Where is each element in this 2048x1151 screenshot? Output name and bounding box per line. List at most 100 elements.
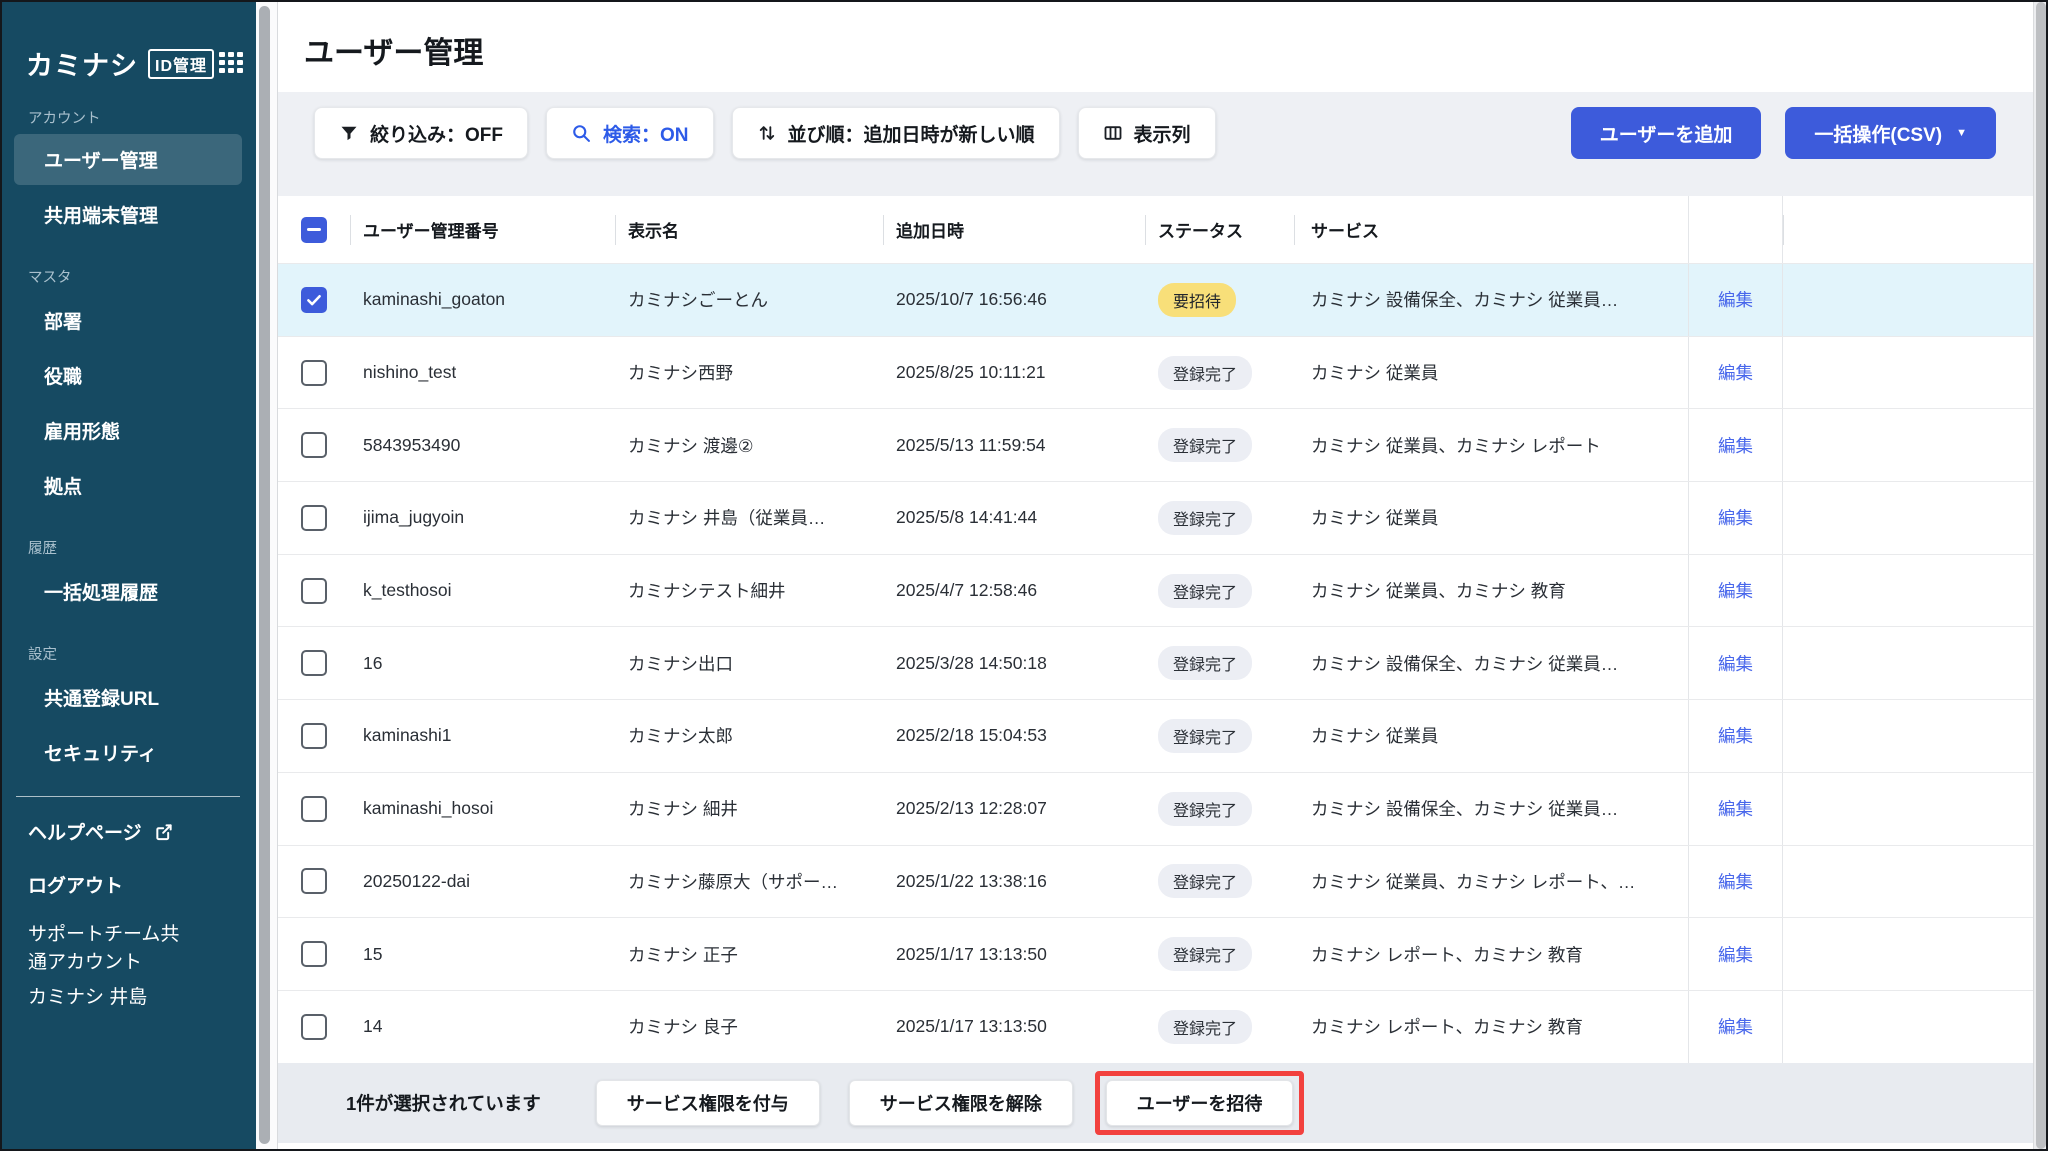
edit-link[interactable]: 編集 xyxy=(1718,505,1753,530)
sidebar-item[interactable]: 役職 xyxy=(0,348,256,403)
filter-label: 絞り込み：OFF xyxy=(370,120,503,147)
user-id: kaminashi1 xyxy=(363,725,452,746)
row-checkbox[interactable] xyxy=(301,432,327,458)
sidebar-scrollbar xyxy=(256,0,277,1151)
revoke-service-button[interactable]: サービス権限を解除 xyxy=(849,1080,1073,1126)
status-badge: 登録完了 xyxy=(1158,864,1252,898)
row-checkbox[interactable] xyxy=(301,505,327,531)
add-user-button[interactable]: ユーザーを追加 xyxy=(1571,107,1762,159)
display-name: カミナシテスト細井 xyxy=(628,578,786,603)
edit-link[interactable]: 編集 xyxy=(1718,287,1753,312)
user-name: カミナシ 井島 xyxy=(0,976,256,1009)
row-checkbox[interactable] xyxy=(301,1014,327,1040)
columns-icon xyxy=(1103,123,1123,143)
services-text: カミナシ レポート、カミナシ 教育 xyxy=(1311,942,1583,967)
table-header-row: ユーザー管理番号 表示名 追加日時 ステータス サービス xyxy=(278,196,2033,263)
display-name: カミナシ 渡邊② xyxy=(628,433,754,458)
sidebar-item[interactable]: ユーザー管理 xyxy=(14,134,242,185)
user-id: k_testhosoi xyxy=(363,580,452,601)
grant-service-button[interactable]: サービス権限を付与 xyxy=(596,1080,820,1126)
table-row: kaminashi_goaton カミナシごーとん 2025/10/7 16:5… xyxy=(278,263,2033,336)
added-date: 2025/1/17 13:13:50 xyxy=(896,1016,1047,1037)
user-id: 20250122-dai xyxy=(363,871,470,892)
filter-button[interactable]: 絞り込み：OFF xyxy=(314,107,528,159)
column-header-added-date: 追加日時 xyxy=(883,196,1145,263)
sort-label: 並び順：追加日時が新しい順 xyxy=(788,120,1035,147)
sidebar-item[interactable]: 一括処理履歴 xyxy=(0,564,256,619)
annotation-highlight: ユーザーを招待 xyxy=(1095,1071,1305,1135)
sidebar-item-help[interactable]: ヘルプページ xyxy=(0,805,256,858)
check-icon xyxy=(305,291,323,309)
row-checkbox[interactable] xyxy=(301,868,327,894)
sidebar-section-label: マスタ xyxy=(0,266,256,287)
search-button[interactable]: 検索：ON xyxy=(546,107,714,159)
edit-link[interactable]: 編集 xyxy=(1718,1014,1753,1039)
column-header-empty xyxy=(1783,196,2033,263)
toolbar-left: 絞り込み：OFF 検索：ON 並び順：追加日時が新しい順 xyxy=(314,107,1216,159)
row-checkbox[interactable] xyxy=(301,650,327,676)
sidebar-nav: アカウント ユーザー管理共用端末管理 マスタ 部署役職雇用形態拠点 履歴 一括処… xyxy=(0,107,256,780)
user-id: ijima_jugyoin xyxy=(363,507,464,528)
sidebar-item[interactable]: 拠点 xyxy=(0,458,256,513)
edit-link[interactable]: 編集 xyxy=(1718,433,1753,458)
user-id: 15 xyxy=(363,944,382,965)
display-name: カミナシ西野 xyxy=(628,360,733,385)
app-switcher-grid-icon[interactable] xyxy=(219,52,243,73)
edit-link[interactable]: 編集 xyxy=(1718,869,1753,894)
edit-link[interactable]: 編集 xyxy=(1718,796,1753,821)
services-text: カミナシ 設備保全、カミナシ 従業員… xyxy=(1311,287,1618,312)
edit-link[interactable]: 編集 xyxy=(1718,942,1753,967)
edit-link[interactable]: 編集 xyxy=(1718,578,1753,603)
sidebar-divider xyxy=(16,796,240,797)
services-text: カミナシ 設備保全、カミナシ 従業員… xyxy=(1311,651,1618,676)
row-checkbox[interactable] xyxy=(301,360,327,386)
sidebar-item[interactable]: セキュリティ xyxy=(0,725,256,780)
bulk-label: 一括操作(CSV) xyxy=(1814,120,1942,147)
status-badge: 登録完了 xyxy=(1158,646,1252,680)
columns-button[interactable]: 表示列 xyxy=(1078,107,1216,159)
toolbar: 絞り込み：OFF 検索：ON 並び順：追加日時が新しい順 xyxy=(278,92,2033,196)
help-label: ヘルプページ xyxy=(28,818,142,845)
account-name: サポートチーム共通アカウント xyxy=(0,911,195,976)
table-body: kaminashi_goaton カミナシごーとん 2025/10/7 16:5… xyxy=(278,263,2033,1063)
status-badge: 登録完了 xyxy=(1158,574,1252,608)
sidebar-section: 履歴 一括処理履歴 xyxy=(0,537,256,619)
toolbar-right: ユーザーを追加 一括操作(CSV) ▼ xyxy=(1571,107,1996,159)
column-header-edit xyxy=(1688,196,1783,263)
edit-link[interactable]: 編集 xyxy=(1718,360,1753,385)
sidebar-scrollbar-thumb[interactable] xyxy=(259,6,270,1144)
display-name: カミナシごーとん xyxy=(628,287,768,312)
sort-button[interactable]: 並び順：追加日時が新しい順 xyxy=(732,107,1060,159)
bulk-actions-button[interactable]: 一括操作(CSV) ▼ xyxy=(1785,107,1996,159)
row-checkbox[interactable] xyxy=(301,796,327,822)
sidebar-item-logout[interactable]: ログアウト xyxy=(0,858,256,911)
row-checkbox[interactable] xyxy=(301,578,327,604)
row-checkbox[interactable] xyxy=(301,941,327,967)
sidebar-section-label: 設定 xyxy=(0,643,256,664)
edit-link[interactable]: 編集 xyxy=(1718,651,1753,676)
invite-user-button[interactable]: ユーザーを招待 xyxy=(1106,1080,1294,1126)
app-logo: カミナシ ID管理 xyxy=(0,0,256,83)
sidebar-item[interactable]: 部署 xyxy=(0,293,256,348)
page-scrollbar-thumb[interactable] xyxy=(2036,2,2046,1149)
sidebar-section-label: 履歴 xyxy=(0,537,256,558)
row-checkbox[interactable] xyxy=(301,723,327,749)
edit-link[interactable]: 編集 xyxy=(1718,723,1753,748)
added-date: 2025/5/8 14:41:44 xyxy=(896,507,1037,528)
sidebar-item[interactable]: 共通登録URL xyxy=(0,670,256,725)
logout-label: ログアウト xyxy=(28,871,123,898)
added-date: 2025/3/28 14:50:18 xyxy=(896,653,1047,674)
main-content: ユーザー管理 絞り込み：OFF 検索：ON 並び順： xyxy=(277,0,2033,1151)
row-checkbox[interactable] xyxy=(301,287,327,313)
search-label: 検索：ON xyxy=(603,120,689,147)
sidebar-item[interactable]: 雇用形態 xyxy=(0,403,256,458)
sidebar-section: アカウント ユーザー管理共用端末管理 xyxy=(0,107,256,242)
services-text: カミナシ 従業員 xyxy=(1311,723,1438,748)
select-all-checkbox[interactable] xyxy=(301,217,327,243)
user-id: kaminashi_hosoi xyxy=(363,798,493,819)
table-row: kaminashi1 カミナシ太郎 2025/2/18 15:04:53 登録完… xyxy=(278,699,2033,772)
add-user-label: ユーザーを追加 xyxy=(1600,120,1733,147)
table-row: nishino_test カミナシ西野 2025/8/25 10:11:21 登… xyxy=(278,336,2033,409)
columns-label: 表示列 xyxy=(1134,120,1191,147)
sidebar-item[interactable]: 共用端末管理 xyxy=(0,187,256,242)
